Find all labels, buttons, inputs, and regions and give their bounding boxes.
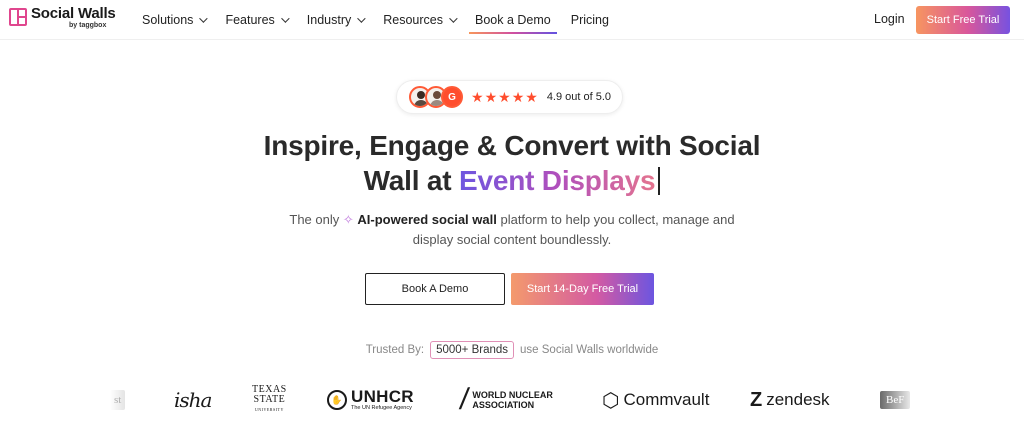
social-walls-logo-icon (9, 8, 27, 26)
menu-industry[interactable]: Industry (297, 0, 373, 40)
star-icon: ★ (471, 88, 484, 105)
brand-logos: st isha TEXAS STATE UNIVERSITY ✋ UNHCR T… (0, 380, 1024, 420)
hexagon-icon: ⬡ (602, 389, 620, 412)
brands-count-badge: 5000+ Brands (430, 341, 515, 359)
chevron-down-icon (357, 14, 366, 23)
texas-state-logo: TEXAS STATE UNIVERSITY (252, 384, 287, 413)
star-icon: ★ (525, 88, 538, 105)
sparkle-icon: ✧ (342, 212, 354, 227)
main-menu: Solutions Features Industry Resources Bo… (132, 0, 619, 40)
star-icon: ★ (484, 88, 498, 105)
menu-solutions[interactable]: Solutions (132, 0, 215, 40)
login-link[interactable]: Login (874, 12, 905, 26)
star-icon: ★ (498, 88, 511, 105)
trusted-by: Trusted By: 5000+ Brands use Social Wall… (0, 341, 1024, 359)
zendesk-logo: Z zendesk (750, 388, 830, 411)
isha-logo: isha (174, 388, 212, 412)
top-navbar: Social Walls by taggbox Solutions Featur… (0, 0, 1024, 40)
rating-text: 4.9 out of 5.0 (546, 91, 612, 103)
menu-book-a-demo[interactable]: Book a Demo (465, 0, 561, 40)
book-a-demo-button[interactable]: Book A Demo (365, 273, 505, 305)
menu-pricing[interactable]: Pricing (561, 0, 619, 40)
rating-stars: ★ ★ ★ ★ ★ (471, 89, 539, 106)
logo[interactable]: Social Walls by taggbox (9, 6, 116, 30)
start-trial-button[interactable]: Start 14-Day Free Trial (511, 273, 654, 305)
chevron-down-icon (280, 14, 290, 23)
slash-mark-icon: / (457, 383, 471, 416)
logo-by: by taggbox (69, 22, 107, 29)
rating-badge: G ★ ★ ★ ★ ★ 4.9 out of 5.0 (396, 80, 623, 114)
hero-subtitle: The only ✧ AI-powered social wall platfo… (289, 212, 735, 247)
typing-cursor (658, 167, 661, 195)
commvault-logo: ⬡ Commvault (602, 389, 710, 412)
unhcr-emblem-icon: ✋ (327, 390, 347, 410)
menu-resources[interactable]: Resources (373, 0, 465, 40)
hero-title: Inspire, Engage & Convert with Social Wa… (263, 130, 761, 196)
logo-name: Social Walls (31, 5, 116, 22)
start-free-trial-button[interactable]: Start Free Trial (916, 6, 1010, 34)
g2-logo-icon: G (441, 86, 463, 108)
logo-faded-right: BeF (880, 380, 911, 420)
world-nuclear-association-logo: / WORLD NUCLEAR ASSOCIATION (457, 383, 553, 416)
unhcr-logo: ✋ UNHCR The UN Refugee Agency (327, 380, 414, 420)
zendesk-z-icon: Z (750, 388, 763, 411)
chevron-down-icon (449, 14, 458, 23)
hero-title-highlight: Event Displays (458, 165, 656, 196)
logo-faded-left: st (110, 380, 126, 420)
menu-features[interactable]: Features (215, 0, 296, 40)
star-icon: ★ (511, 88, 525, 105)
chevron-down-icon (199, 14, 209, 23)
